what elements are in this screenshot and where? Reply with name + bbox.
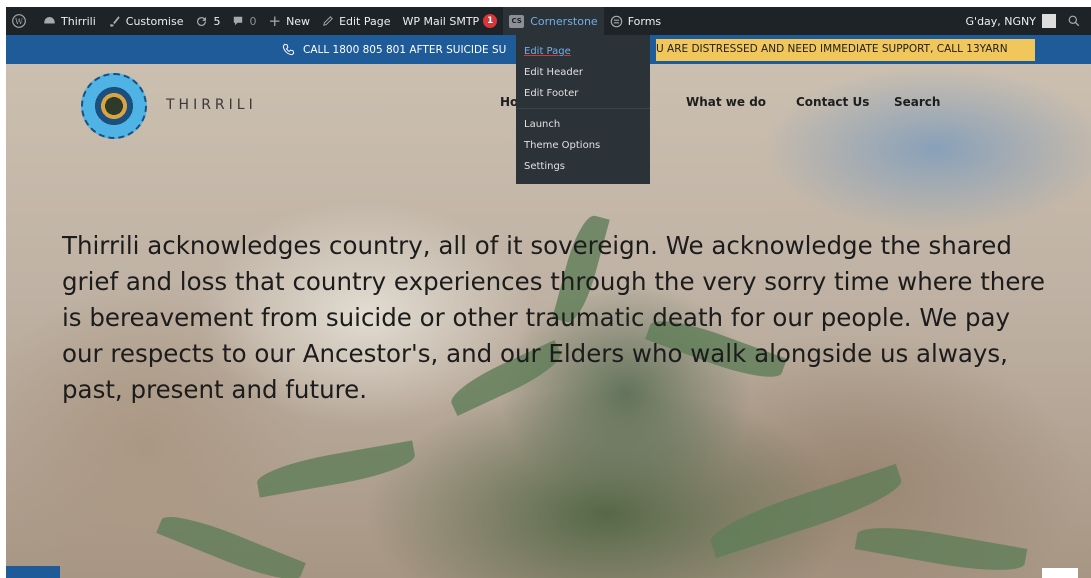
menu-edit-footer[interactable]: Edit Footer	[516, 83, 650, 104]
comments-count: 0	[249, 14, 257, 28]
menu-settings[interactable]: Settings	[516, 156, 650, 177]
cornerstone-dropdown: Edit Page Edit Header Edit Footer Launch…	[516, 35, 650, 184]
forms-link[interactable]: Forms	[604, 7, 667, 35]
brush-icon	[109, 15, 120, 27]
customise-link[interactable]: Customise	[102, 7, 190, 35]
forms-icon	[610, 15, 622, 27]
phone-icon	[282, 43, 295, 56]
leaf-decoration	[156, 506, 306, 578]
customise-label: Customise	[125, 14, 184, 28]
new-label: New	[286, 14, 311, 28]
cornerstone-icon: CS	[509, 14, 525, 28]
site-name-link[interactable]: Thirrili	[37, 7, 102, 35]
cornerstone-menu[interactable]: CS Cornerstone	[503, 7, 604, 35]
menu-divider	[516, 108, 650, 109]
scroll-button[interactable]	[6, 566, 60, 578]
search-button[interactable]	[1062, 7, 1091, 35]
wp-mail-smtp-label: WP Mail SMTP	[402, 14, 480, 28]
nav-what-we-do[interactable]: What we do	[686, 95, 766, 109]
admin-bar: W Thirrili Customise 5 0 + New Edit Page…	[6, 7, 1091, 35]
search-icon	[1068, 15, 1080, 27]
avatar	[1042, 14, 1056, 28]
updates-count: 5	[213, 14, 221, 28]
menu-edit-page[interactable]: Edit Page	[516, 41, 650, 62]
chat-widget[interactable]	[1042, 568, 1078, 578]
acknowledgement-text: Thirrili acknowledges country, all of it…	[62, 231, 1046, 404]
forms-label: Forms	[627, 14, 662, 28]
updates-link[interactable]: 5	[189, 7, 226, 35]
wp-mail-smtp-link[interactable]: WP Mail SMTP 1	[397, 7, 504, 35]
leaf-decoration	[854, 519, 1028, 578]
edit-page-link[interactable]: Edit Page	[316, 7, 396, 35]
my-account-link[interactable]: G'day, NGNY	[960, 7, 1062, 35]
menu-edit-header[interactable]: Edit Header	[516, 62, 650, 83]
yarn-support-text[interactable]: U ARE DISTRESSED AND NEED IMMEDIATE SUPP…	[656, 39, 1035, 61]
site-name: Thirrili	[61, 14, 96, 28]
cornerstone-label: Cornerstone	[530, 14, 598, 28]
nav-search[interactable]: Search	[894, 95, 940, 109]
dashboard-icon	[44, 16, 55, 23]
menu-theme-options[interactable]: Theme Options	[516, 135, 650, 156]
greeting: G'day, NGNY	[965, 14, 1036, 28]
wordpress-logo-icon[interactable]: W	[6, 7, 37, 35]
crisis-call-link[interactable]: CALL 1800 805 801 AFTER SUICIDE SU	[282, 43, 506, 56]
menu-launch[interactable]: Launch	[516, 114, 650, 135]
edit-page-label: Edit Page	[339, 14, 391, 28]
svg-text:W: W	[15, 17, 23, 26]
updates-icon	[197, 16, 207, 26]
crisis-call-text: CALL 1800 805 801 AFTER SUICIDE SU	[303, 43, 507, 56]
new-content-link[interactable]: + New	[262, 7, 316, 35]
nav-contact-us[interactable]: Contact Us	[796, 95, 869, 109]
thirrili-logo[interactable]	[81, 73, 147, 139]
pencil-icon	[323, 16, 333, 26]
brand-name[interactable]: THIRRILI	[166, 97, 257, 113]
comment-icon	[234, 16, 243, 26]
plus-icon: +	[268, 12, 282, 30]
smtp-notification-badge: 1	[483, 14, 498, 28]
comments-link[interactable]: 0	[226, 7, 262, 35]
leaf-decoration	[254, 440, 418, 498]
